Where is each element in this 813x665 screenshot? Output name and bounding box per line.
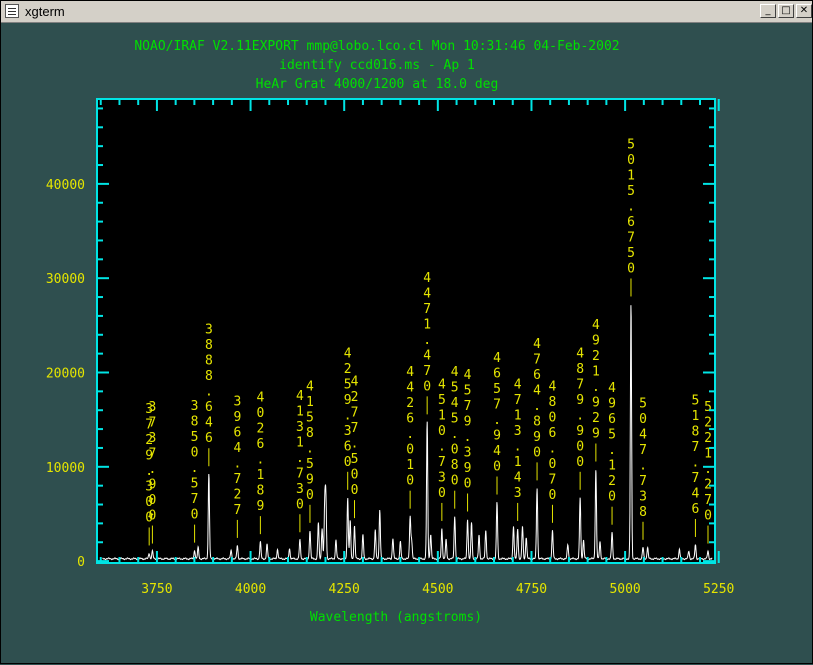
title-bar[interactable]: xgterm _ □ ✕ (1, 1, 812, 23)
graphics-terminal[interactable]: NOAO/IRAF V2.11EXPORT mmp@lobo.lco.cl Mo… (7, 26, 808, 661)
y-tick-label: 30000 (46, 272, 85, 287)
x-axis-label: Wavelength (angstroms) (310, 610, 482, 625)
x-tick-label: 5250 (703, 582, 734, 597)
terminal-icon[interactable] (5, 4, 19, 18)
x-tick-label: 5000 (609, 582, 640, 597)
line-label: 4879.900 (576, 346, 584, 470)
line-label: 4510.730 (438, 377, 446, 501)
plot-title-line: HeAr Grat 4000/1200 at 18.0 deg (256, 77, 499, 92)
xgterm-window: xgterm _ □ ✕ NOAO/IRAF V2.11EXPORT mmp@l… (0, 0, 813, 664)
line-label: 4026.189 (256, 391, 264, 514)
line-label: 5015.6750 (627, 138, 635, 277)
line-label: 4426.010 (406, 365, 414, 489)
line-label: 4806.070 (549, 379, 557, 503)
x-tick-label: 4250 (329, 582, 360, 597)
line-label: 4713.143 (514, 377, 522, 501)
plot-title-line: identify ccd016.ms - Ap 1 (279, 58, 475, 73)
line-label: 4764.890 (533, 337, 541, 461)
spectrum-plot: NOAO/IRAF V2.11EXPORT mmp@lobo.lco.cl Mo… (46, 39, 735, 625)
line-label: 4158.590 (306, 379, 314, 503)
line-label: 4965.120 (608, 381, 616, 505)
line-label: 3964.727 (233, 394, 241, 518)
y-tick-label: 40000 (46, 178, 85, 193)
x-tick-label: 4750 (516, 582, 547, 597)
minimize-button[interactable]: _ (760, 4, 776, 18)
x-tick-label: 4500 (422, 582, 453, 597)
line-label: 4545.080 (451, 365, 459, 489)
window-title: xgterm (25, 4, 65, 19)
line-label: 4131.730 (296, 389, 304, 513)
line-label: 4657.940 (493, 351, 501, 475)
maximize-button[interactable]: □ (778, 4, 794, 18)
x-tick-label: 3750 (141, 582, 172, 597)
line-label: 4921.929 (592, 318, 600, 442)
line-label: 4277.500 (351, 375, 359, 499)
line-label: 3888.646 (205, 323, 213, 447)
line-label: 3737.900 (148, 400, 156, 523)
x-tick-label: 4000 (235, 582, 266, 597)
line-label: 5187.746 (692, 394, 700, 518)
line-label: 4579.390 (464, 368, 472, 492)
close-button[interactable]: ✕ (796, 4, 812, 18)
y-tick-label: 20000 (46, 366, 85, 381)
y-tick-label: 10000 (46, 461, 85, 476)
line-label: 4471.470 (423, 271, 431, 395)
y-tick-label: 0 (77, 555, 85, 570)
line-label: 5047.738 (639, 396, 647, 520)
plot-title-line: NOAO/IRAF V2.11EXPORT mmp@lobo.lco.cl Mo… (134, 39, 619, 54)
line-label: 3850.570 (191, 399, 199, 522)
